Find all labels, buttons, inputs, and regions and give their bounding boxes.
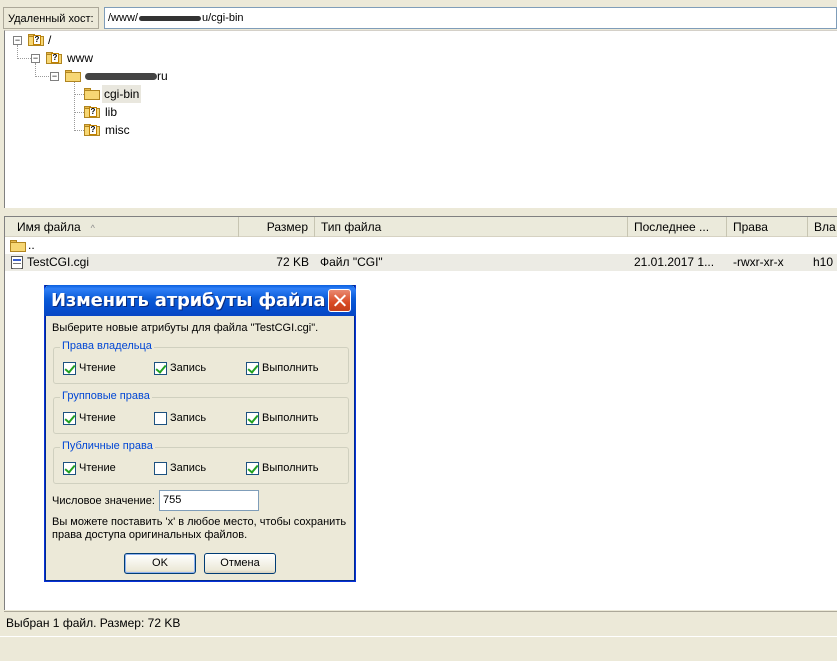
numeric-value-input[interactable]: 755 xyxy=(159,490,259,511)
folder-icon xyxy=(65,70,81,82)
tree-node-root[interactable]: / xyxy=(48,31,51,49)
folder-unknown-icon: ? xyxy=(84,106,100,118)
tree-line xyxy=(74,112,84,113)
folder-open-icon xyxy=(84,88,100,100)
checkbox-checked-icon xyxy=(246,462,259,475)
owner-write-checkbox[interactable]: Запись xyxy=(154,362,206,375)
column-header-size[interactable]: Размер xyxy=(239,217,315,237)
public-read-checkbox[interactable]: Чтение xyxy=(63,462,116,475)
group-permissions-group: Групповые права Чтение Запись Выполнить xyxy=(53,390,349,434)
table-row-parent[interactable]: .. xyxy=(5,237,837,254)
close-button[interactable] xyxy=(328,289,351,312)
ok-button[interactable]: OK xyxy=(124,553,196,574)
checkbox-checked-icon xyxy=(63,362,76,375)
remote-path-suffix: u/cgi-bin xyxy=(201,12,244,24)
directory-tree[interactable]: − ? / − ? www − ru cgi-bin ? lib ? misc xyxy=(4,30,837,208)
sort-arrow-icon: ^ xyxy=(90,223,95,233)
tree-node-domain-suffix: ru xyxy=(157,69,168,83)
collapse-toggle[interactable]: − xyxy=(13,36,22,45)
tree-line xyxy=(35,76,51,77)
file-name: .. xyxy=(28,238,35,252)
table-row-file[interactable]: TestCGI.cgi 72 KB Файл "CGI" 21.01.2017 … xyxy=(5,254,837,271)
tree-line xyxy=(74,130,84,131)
dialog-title: Изменить атрибуты файла xyxy=(51,290,326,311)
file-owner: h10 xyxy=(813,255,834,269)
folder-unknown-icon: ? xyxy=(28,34,44,46)
file-modified: 21.01.2017 1... xyxy=(634,255,715,269)
group-label: Права владельца xyxy=(60,340,154,352)
file-icon xyxy=(11,256,23,269)
group-read-checkbox[interactable]: Чтение xyxy=(63,412,116,425)
checkbox-unchecked-icon xyxy=(154,412,167,425)
column-header-name[interactable]: Имя файла ^ xyxy=(5,217,239,237)
dialog-note: Вы можете поставить 'x' в любое место, ч… xyxy=(52,516,347,541)
public-write-checkbox[interactable]: Запись xyxy=(154,462,206,475)
checkbox-checked-icon xyxy=(154,362,167,375)
remote-host-bar: Удаленный хост: /www/u/cgi-bin xyxy=(0,6,837,30)
remote-path-input[interactable]: /www/u/cgi-bin xyxy=(104,7,837,29)
column-header-owner[interactable]: Вла xyxy=(808,217,837,237)
column-header-modified[interactable]: Последнее ... xyxy=(628,217,727,237)
tree-node-misc[interactable]: misc xyxy=(105,121,130,139)
file-attributes-dialog: Изменить атрибуты файла Выберите новые а… xyxy=(44,285,356,582)
owner-exec-checkbox[interactable]: Выполнить xyxy=(246,362,318,375)
checkbox-checked-icon xyxy=(63,412,76,425)
pane-splitter[interactable] xyxy=(0,208,837,216)
tree-line xyxy=(74,94,84,95)
group-label: Публичные права xyxy=(60,440,155,452)
dialog-intro: Выберите новые атрибуты для файла "TestC… xyxy=(52,322,319,334)
column-header-permissions[interactable]: Права xyxy=(727,217,808,237)
queue-strip xyxy=(0,636,837,661)
status-bar: Выбран 1 файл. Размер: 72 KB xyxy=(4,611,837,633)
tree-line xyxy=(17,45,18,57)
tree-node-www[interactable]: www xyxy=(67,49,93,67)
file-permissions: -rwxr-xr-x xyxy=(733,255,784,269)
tree-node-cgi-bin[interactable]: cgi-bin xyxy=(102,85,142,103)
folder-up-icon xyxy=(10,240,26,252)
tree-node-domain[interactable]: ru xyxy=(85,67,168,85)
checkbox-checked-icon xyxy=(246,362,259,375)
group-label: Групповые права xyxy=(60,390,152,402)
owner-read-checkbox[interactable]: Чтение xyxy=(63,362,116,375)
group-exec-checkbox[interactable]: Выполнить xyxy=(246,412,318,425)
tree-line xyxy=(74,81,75,131)
checkbox-unchecked-icon xyxy=(154,462,167,475)
owner-permissions-group: Права владельца Чтение Запись Выполнить xyxy=(53,340,349,384)
tree-line xyxy=(35,63,36,75)
public-exec-checkbox[interactable]: Выполнить xyxy=(246,462,318,475)
column-header-type[interactable]: Тип файла xyxy=(315,217,628,237)
file-type: Файл "CGI" xyxy=(320,255,383,269)
redacted-text xyxy=(138,15,201,21)
remote-path-prefix: /www/ xyxy=(108,12,138,24)
file-name: TestCGI.cgi xyxy=(27,255,90,269)
folder-unknown-icon: ? xyxy=(84,124,100,136)
checkbox-checked-icon xyxy=(63,462,76,475)
dialog-titlebar[interactable]: Изменить атрибуты файла xyxy=(44,285,356,316)
remote-host-label: Удаленный хост: xyxy=(3,7,99,29)
collapse-toggle[interactable]: − xyxy=(50,72,59,81)
group-write-checkbox[interactable]: Запись xyxy=(154,412,206,425)
numeric-value-label: Числовое значение: xyxy=(52,495,155,507)
column-header-row: Имя файла ^ Размер Тип файла Последнее ..… xyxy=(5,217,837,237)
tree-node-lib[interactable]: lib xyxy=(105,103,117,121)
public-permissions-group: Публичные права Чтение Запись Выполнить xyxy=(53,440,349,484)
redacted-text xyxy=(85,73,157,81)
file-size: 72 KB xyxy=(276,255,309,269)
folder-unknown-icon: ? xyxy=(46,52,62,64)
cancel-button[interactable]: Отмена xyxy=(204,553,276,574)
collapse-toggle[interactable]: − xyxy=(31,54,40,63)
checkbox-checked-icon xyxy=(246,412,259,425)
